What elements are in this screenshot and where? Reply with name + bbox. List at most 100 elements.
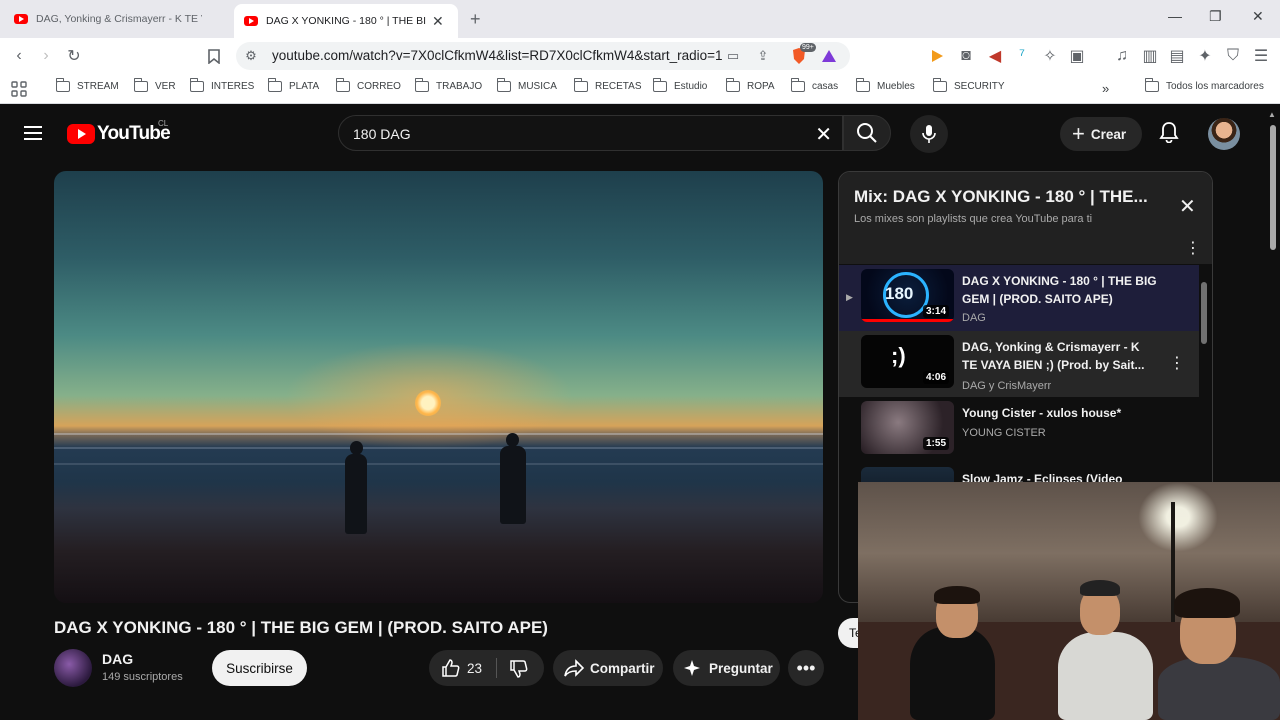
sun — [415, 390, 441, 416]
folder-icon — [573, 78, 588, 92]
bookmark-icon[interactable] — [203, 45, 225, 67]
clear-search-icon[interactable]: ✕ — [815, 122, 832, 147]
search-button[interactable] — [843, 115, 891, 151]
cast-icon[interactable]: ▭ — [724, 47, 742, 65]
account-avatar[interactable] — [1208, 118, 1240, 150]
ask-button[interactable]: Preguntar — [673, 650, 780, 686]
bookmark-folder-stream[interactable]: STREAM — [55, 78, 119, 92]
bookmark-folder-recetas[interactable]: RECETAS — [573, 78, 642, 92]
bookmark-folder-casas[interactable]: casas — [790, 78, 838, 92]
youtube-favicon-icon — [244, 16, 258, 26]
more-actions-button[interactable]: ••• — [788, 650, 824, 686]
share-arrow-icon — [564, 659, 585, 677]
playlist-item[interactable]: 1:55 Young Cister - xulos house* YOUNG C… — [839, 397, 1199, 463]
playlist-thumbnail: 180 3:14 — [861, 269, 954, 322]
like-count: 23 — [467, 661, 483, 676]
bookmark-folder-correo[interactable]: CORREO — [335, 78, 401, 92]
browser-tab-2[interactable]: DAG X YONKING - 180 ° | THE BIG G ✕ — [234, 4, 458, 38]
duration-badge: 1:55 — [922, 437, 949, 450]
address-bar[interactable]: ⚙ youtube.com/watch?v=7X0clCfkmW4&list=R… — [236, 42, 850, 70]
like-dislike-group: 23 — [429, 650, 544, 686]
playlist-item-channel: YOUNG CISTER — [962, 427, 1046, 439]
share-button[interactable]: Compartir — [553, 650, 663, 686]
bookmark-folder-ver[interactable]: VER — [133, 78, 176, 92]
bookmark-folder-plata[interactable]: PLATA — [267, 78, 319, 92]
playlist-item-channel: DAG — [962, 312, 986, 324]
bookmark-folder-security[interactable]: SECURITY — [932, 78, 1005, 92]
play-extension-icon[interactable] — [926, 45, 948, 67]
item-more-icon[interactable]: ⋮ — [1169, 353, 1185, 373]
puzzle-icon[interactable]: ✧ — [1039, 45, 1061, 67]
close-window-button[interactable]: ✕ — [1252, 8, 1264, 25]
wallet-icon[interactable]: ▤ — [1166, 45, 1188, 67]
video-player[interactable] — [54, 171, 823, 603]
browser-tab-bar: DAG, Yonking & Crismayerr - K TE VAYA DA… — [0, 0, 1280, 38]
bookmark-folder-trabajo[interactable]: TRABAJO — [414, 78, 482, 92]
forward-icon[interactable]: › — [35, 45, 57, 67]
playlist-item[interactable]: ;) 4:06 DAG, Yonking & Crismayerr - K TE… — [839, 331, 1199, 397]
bookmark-folder-estudio[interactable]: Estudio — [652, 78, 707, 92]
bookmark-folder-muebles[interactable]: Muebles — [855, 78, 915, 92]
like-button[interactable] — [441, 658, 461, 681]
browser-toolbar: ‹ › ↻ ⚙ youtube.com/watch?v=7X0clCfkmW4&… — [0, 38, 1280, 74]
playlist-scrollbar[interactable] — [1201, 282, 1207, 344]
channel-name[interactable]: DAG — [102, 651, 133, 667]
close-playlist-icon[interactable]: ✕ — [1179, 194, 1196, 219]
voice-search-button[interactable] — [910, 115, 948, 153]
menu-icon[interactable]: ☰ — [1250, 45, 1272, 67]
youtube-favicon-icon — [14, 14, 28, 24]
bookmark-folder-musica[interactable]: MUSICA — [496, 78, 557, 92]
sidebar-icon[interactable]: ▥ — [1139, 45, 1161, 67]
playlist-more-icon[interactable]: ⋮ — [1185, 238, 1201, 258]
silhouette-person — [500, 446, 526, 524]
maximize-button[interactable]: ❐ — [1209, 8, 1222, 25]
new-tab-button[interactable]: + — [470, 9, 481, 30]
guide-menu-icon[interactable] — [24, 126, 42, 140]
video-title: DAG X YONKING - 180 ° | THE BIG GEM | (P… — [54, 618, 548, 637]
share-icon[interactable]: ⇪ — [754, 47, 772, 65]
leo-ai-icon[interactable]: ✦ — [1194, 45, 1216, 67]
country-code: CL — [158, 119, 169, 128]
dislike-button[interactable] — [509, 659, 529, 682]
bookmark-folder-interes[interactable]: INTERES — [189, 78, 254, 92]
search-query[interactable]: 180 DAG — [353, 126, 411, 142]
reload-icon[interactable]: ↻ — [63, 45, 85, 67]
more-horizontal-icon: ••• — [796, 657, 816, 678]
channel-avatar[interactable] — [54, 649, 92, 687]
more-bookmarks-chevron-icon[interactable]: » — [1102, 81, 1109, 96]
subscribe-button[interactable]: Suscribirse — [212, 650, 307, 686]
music-icon[interactable]: ♫ — [1111, 45, 1133, 67]
bookmark-folder-ropa[interactable]: ROPA — [725, 78, 775, 92]
duration-badge: 3:14 — [922, 305, 949, 318]
speaker-extension-icon[interactable]: ◀ — [984, 45, 1006, 67]
playlist-title[interactable]: Mix: DAG X YONKING - 180 ° | THE... — [854, 187, 1164, 207]
playlist-header: Mix: DAG X YONKING - 180 ° | THE... Los … — [839, 172, 1212, 264]
browser-tab-1[interactable]: DAG, Yonking & Crismayerr - K TE VAYA — [4, 6, 232, 32]
minimize-button[interactable]: — — [1168, 8, 1182, 24]
playlist-item[interactable]: ▶ 180 3:14 DAG X YONKING - 180 ° | THE B… — [839, 265, 1199, 331]
webcam-person — [1158, 657, 1280, 720]
create-button[interactable]: + Crear — [1060, 117, 1142, 151]
folder-icon — [55, 78, 70, 92]
scroll-up-arrow-icon[interactable]: ▲ — [1268, 110, 1276, 119]
screenshot-icon[interactable]: ▣ — [1066, 45, 1088, 67]
folder-icon — [725, 78, 740, 92]
close-tab-icon[interactable]: ✕ — [432, 13, 444, 30]
search-input[interactable]: 180 DAG ✕ — [338, 115, 843, 151]
vpn-icon[interactable]: ⛉ — [1222, 45, 1244, 67]
url-text[interactable]: youtube.com/watch?v=7X0clCfkmW4&list=RD7… — [272, 48, 723, 63]
back-icon[interactable]: ‹ — [8, 45, 30, 67]
extension-icon[interactable]: ◙ — [955, 45, 977, 67]
playlist-subtitle: Los mixes son playlists que crea YouTube… — [854, 213, 1093, 225]
translate-extension-icon[interactable]: ⁷ — [1011, 45, 1033, 67]
rewards-icon[interactable] — [820, 47, 838, 65]
bookmarks-bar: STREAM VER INTERES PLATA CORREO TRABAJO … — [0, 74, 1280, 104]
youtube-logo[interactable]: YouTube CL — [67, 119, 171, 145]
folder-icon — [414, 78, 429, 92]
site-settings-icon[interactable]: ⚙ — [242, 47, 260, 65]
apps-icon[interactable] — [8, 78, 30, 100]
partial-chip-button[interactable]: Te — [838, 618, 860, 648]
page-scrollbar[interactable] — [1270, 125, 1276, 250]
all-bookmarks-folder[interactable]: Todos los marcadores — [1144, 78, 1264, 92]
notifications-bell-icon[interactable] — [1158, 121, 1182, 145]
